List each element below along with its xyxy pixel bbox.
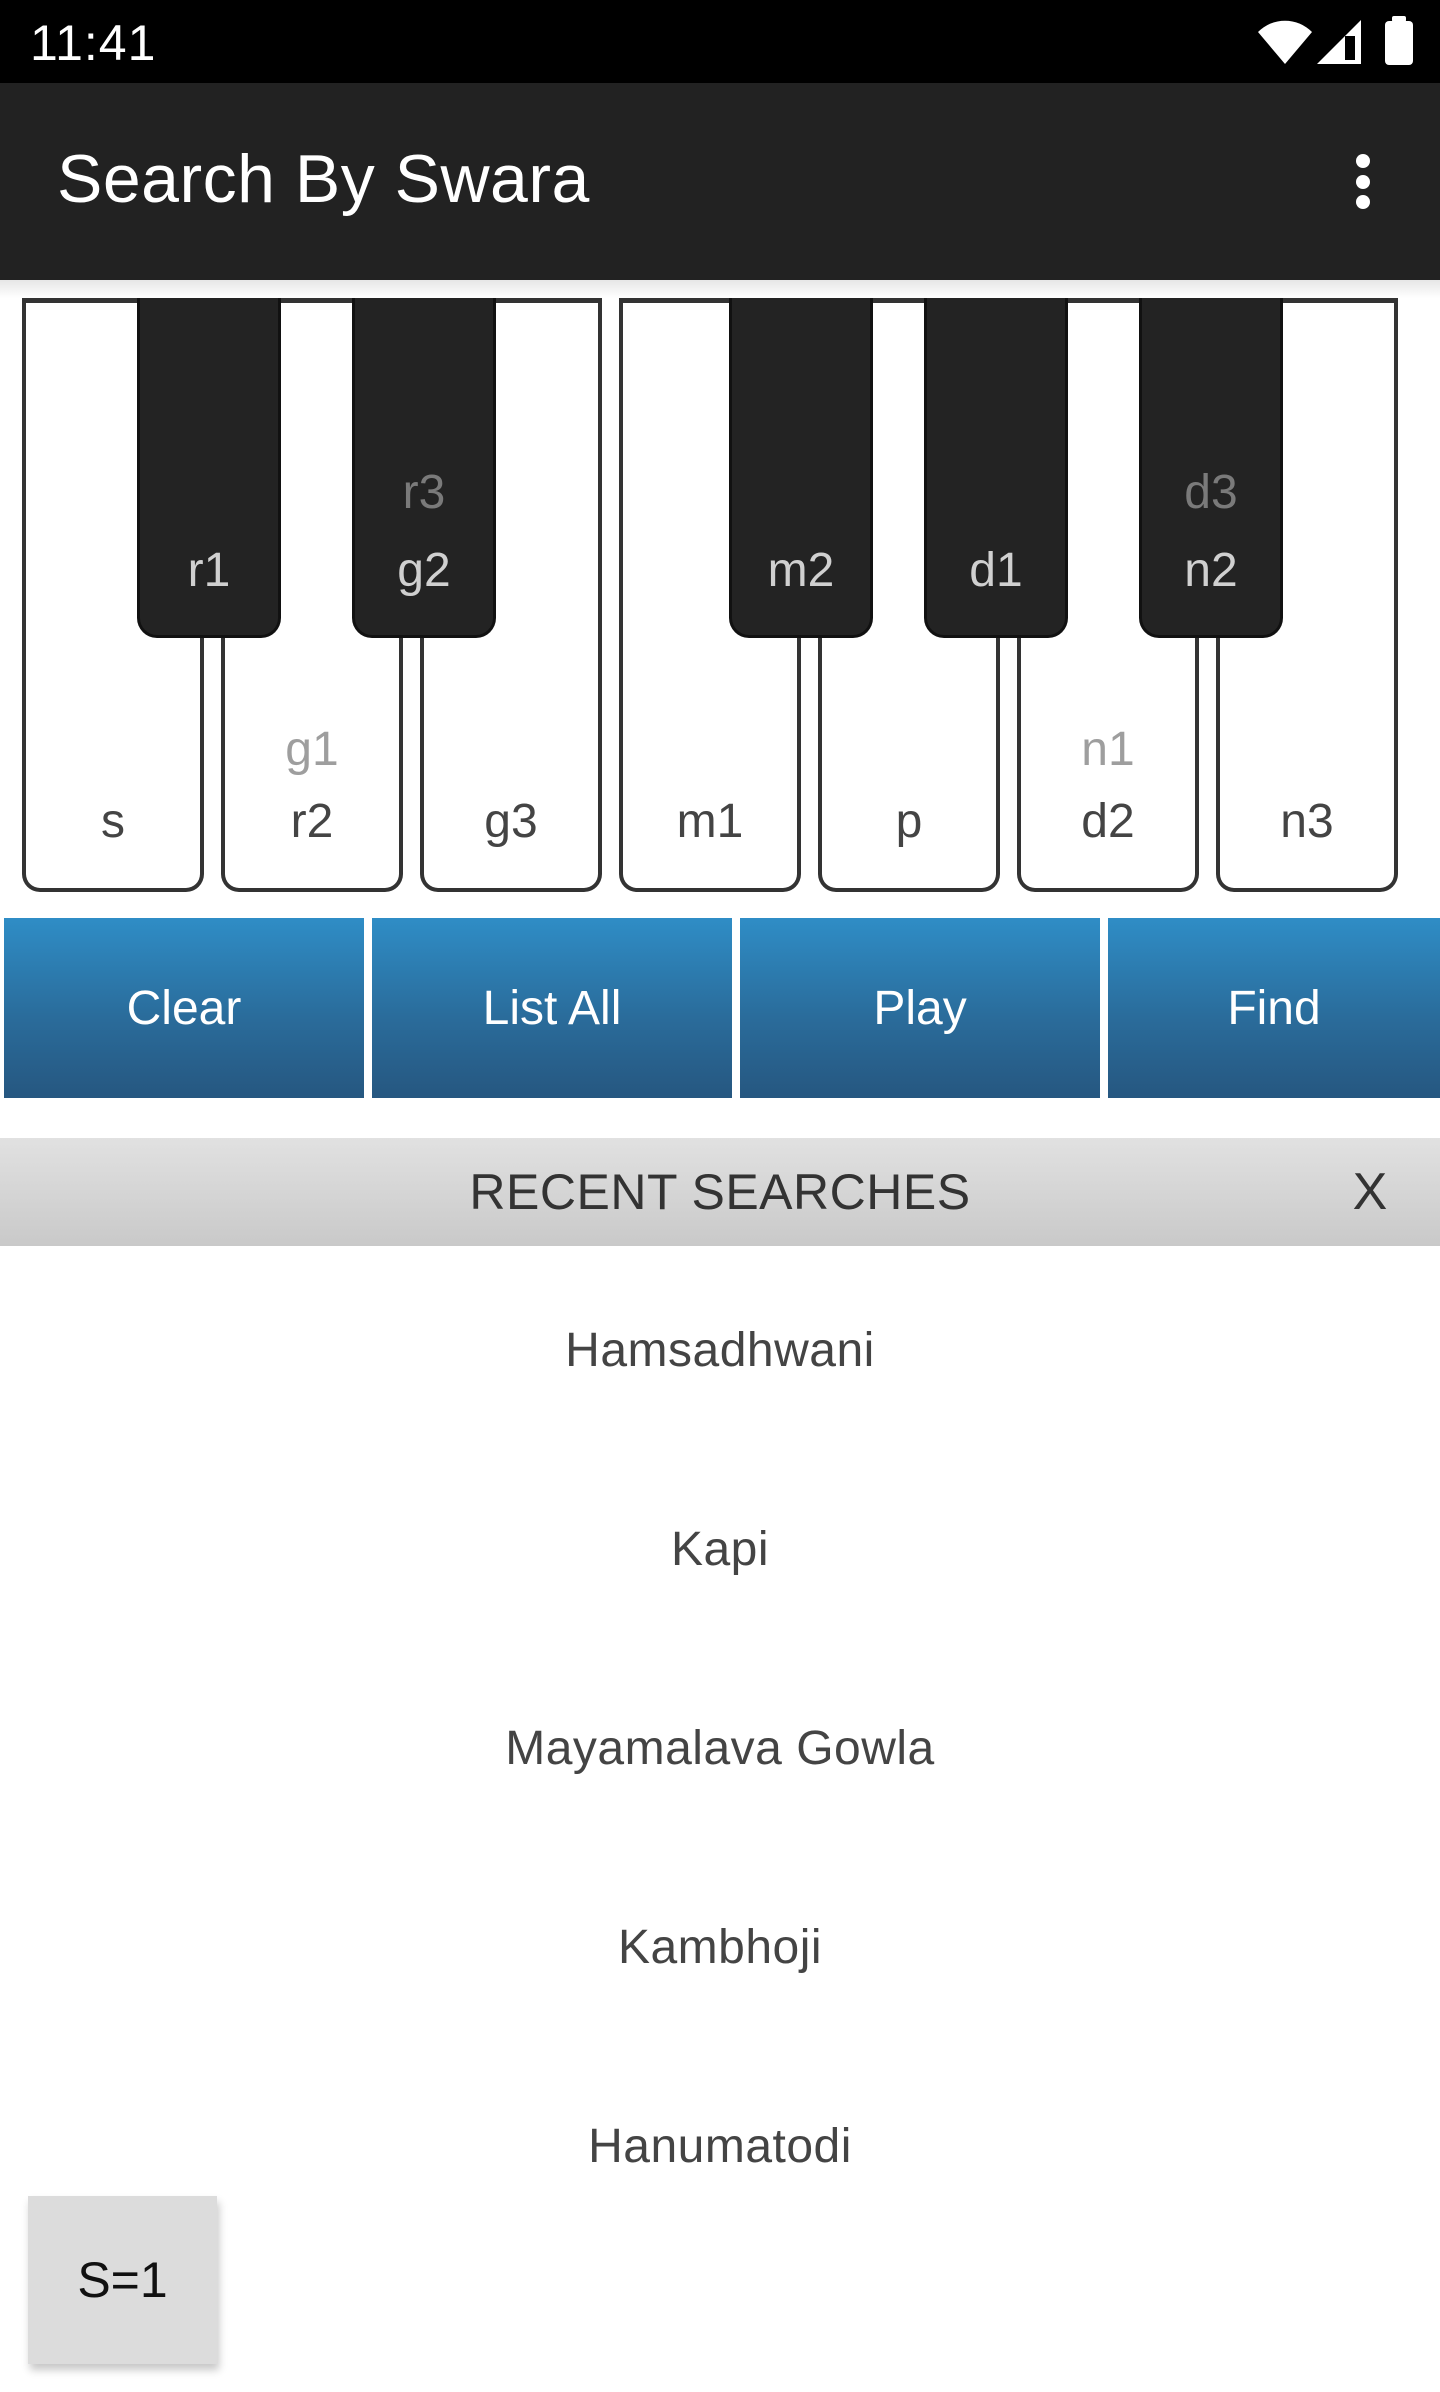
wifi-icon (1258, 20, 1312, 64)
key-alt-label: g1 (285, 723, 339, 776)
play-button[interactable]: Play (740, 918, 1100, 1098)
list-item[interactable]: Kambhoji (0, 1848, 1440, 2047)
cell-signal-icon (1317, 20, 1361, 64)
app-bar: Search By Swara (0, 83, 1440, 280)
key-label: s (101, 795, 125, 848)
key-label: m2 (767, 544, 835, 597)
key-label: p (895, 795, 923, 848)
key-alt-label: d3 (1184, 466, 1238, 519)
key-n2[interactable]: d3 n2 (1139, 298, 1283, 638)
key-label: m1 (676, 795, 744, 848)
key-alt-label: r3 (402, 466, 446, 519)
key-alt-label: n1 (1081, 723, 1135, 776)
key-label: g2 (397, 544, 451, 597)
list-all-button[interactable]: List All (372, 918, 732, 1098)
key-label: n2 (1184, 544, 1238, 597)
status-bar: 11:41 (0, 0, 1440, 83)
key-label: r1 (187, 544, 231, 597)
key-label: d1 (969, 544, 1023, 597)
key-label: n3 (1280, 795, 1334, 848)
close-recent-button[interactable]: X (1340, 1138, 1400, 1246)
list-item[interactable]: Kapi (0, 1450, 1440, 1649)
key-label: d2 (1081, 795, 1135, 848)
sruti-button[interactable]: S=1 (28, 2196, 217, 2364)
key-g2[interactable]: r3 g2 (352, 298, 496, 638)
overflow-menu-button[interactable] (1333, 143, 1393, 223)
recent-searches-header: RECENT SEARCHES X (0, 1138, 1440, 1246)
status-time: 11:41 (30, 15, 157, 71)
more-vert-icon-dot (1356, 195, 1370, 209)
more-vert-icon-dot (1356, 175, 1370, 189)
list-item[interactable]: Hamsadhwani (0, 1251, 1440, 1450)
find-button[interactable]: Find (1108, 918, 1440, 1098)
key-r1[interactable]: r1 (137, 298, 281, 638)
page-title: Search By Swara (57, 141, 590, 217)
key-m2[interactable]: m2 (729, 298, 873, 638)
app-bar-shadow (0, 280, 1440, 298)
list-item[interactable]: Mayamalava Gowla (0, 1649, 1440, 1848)
battery-icon (1385, 16, 1413, 65)
key-d1[interactable]: d1 (924, 298, 1068, 638)
more-vert-icon (1356, 154, 1370, 168)
recent-searches-title: RECENT SEARCHES (469, 1164, 971, 1220)
clear-button[interactable]: Clear (4, 918, 364, 1098)
key-label: r2 (290, 795, 334, 848)
key-label: g3 (484, 795, 538, 848)
